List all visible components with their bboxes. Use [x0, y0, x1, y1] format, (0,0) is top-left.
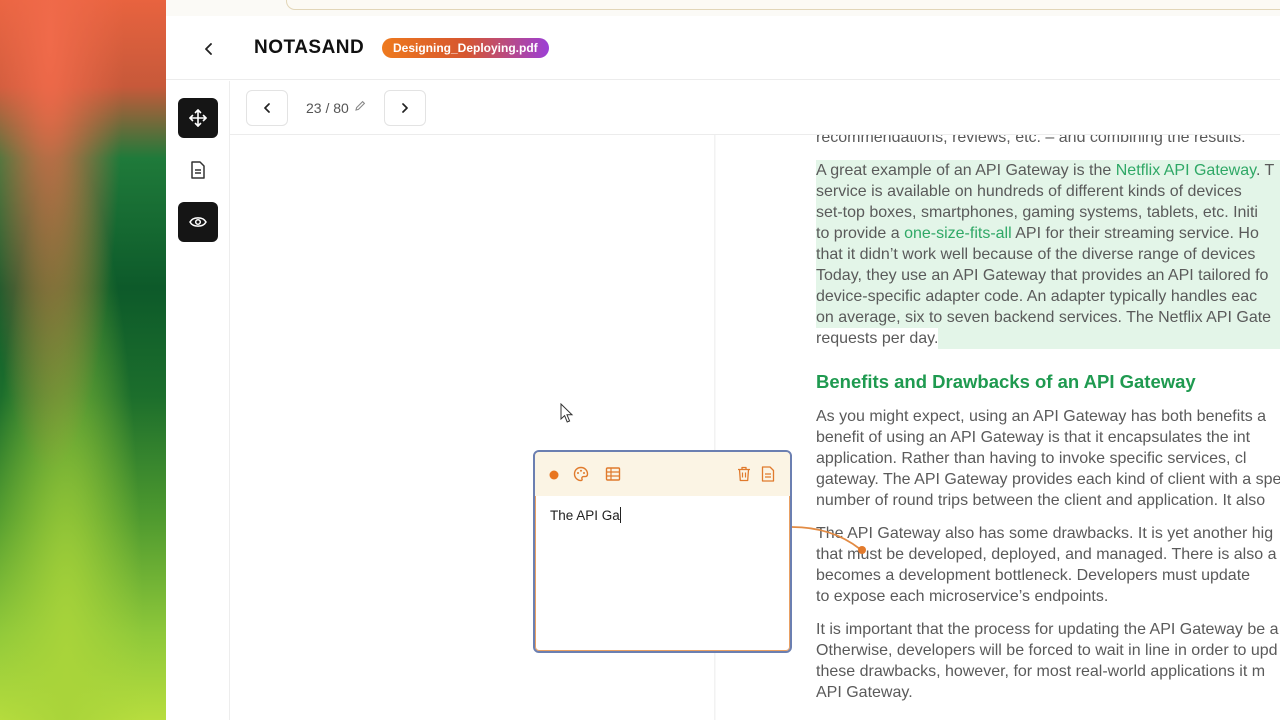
page-navigator: 23 / 80	[230, 81, 1280, 135]
next-page-button[interactable]	[384, 90, 426, 126]
page-count: 23 / 80	[306, 100, 349, 116]
app-header: NOTASAND Designing_Deploying.pdf	[166, 16, 1280, 80]
netflix-link[interactable]: Netflix API Gateway	[1116, 162, 1256, 179]
doc-line: to provide a one-size-fits-all API for t…	[816, 225, 1259, 242]
sticky-note[interactable]: The API Ga	[533, 450, 792, 653]
address-bar[interactable]	[286, 0, 1280, 10]
back-button[interactable]	[198, 38, 220, 60]
doc-line: requests per day.	[816, 328, 939, 349]
doc-line: As you might expect, using an API Gatewa…	[816, 408, 1267, 425]
workspace-canvas[interactable]: recommendations, reviews, etc. – and com…	[230, 135, 1280, 720]
paragraph-drawbacks: The API Gateway also has some drawbacks.…	[816, 523, 1280, 607]
trash-icon[interactable]	[737, 466, 751, 482]
doc-line: set-top boxes, smartphones, gaming syste…	[816, 204, 1258, 221]
one-size-link[interactable]: one-size-fits-all	[904, 225, 1012, 242]
doc-line: service is available on hundreds of diff…	[816, 183, 1242, 200]
doc-line: Today, they use an API Gateway that prov…	[816, 267, 1269, 284]
doc-line: becomes a development bottleneck. Develo…	[816, 567, 1251, 584]
edit-page-icon[interactable]	[354, 99, 366, 117]
doc-line: that it didn’t work well because of the …	[816, 246, 1256, 263]
doc-line: Otherwise, developers will be forced to …	[816, 642, 1278, 659]
note-text: The API Ga	[550, 508, 620, 523]
doc-line: application. Rather than having to invok…	[816, 450, 1247, 467]
section-heading: Benefits and Drawbacks of an API Gateway	[816, 371, 1196, 392]
chevron-right-icon	[402, 103, 408, 113]
view-tool-button[interactable]	[178, 202, 218, 242]
doc-line: on average, six to seven backend service…	[816, 309, 1272, 326]
chevron-left-icon	[264, 103, 270, 113]
note-document-icon[interactable]	[761, 466, 775, 482]
palette-icon[interactable]	[573, 466, 589, 482]
doc-line: to expose each microservice’s endpoints.	[816, 588, 1109, 605]
paragraph-benefits: As you might expect, using an API Gatewa…	[816, 406, 1280, 511]
doc-line: gateway. The API Gateway provides each k…	[816, 471, 1280, 488]
desktop-wallpaper	[0, 0, 166, 720]
doc-line: A great example of an API Gateway is the…	[816, 162, 1275, 179]
note-text-area[interactable]: The API Ga	[535, 496, 790, 534]
doc-line: API Gateway.	[816, 684, 913, 701]
move-icon	[189, 109, 207, 127]
doc-line: benefit of using an API Gateway is that …	[816, 429, 1251, 446]
brand-title: NOTASAND	[254, 37, 365, 58]
file-name-badge[interactable]: Designing_Deploying.pdf	[382, 38, 549, 58]
doc-line: number of round trips between the client…	[816, 492, 1266, 509]
doc-line: that must be developed, deployed, and ma…	[816, 546, 1277, 563]
app-window: NOTASAND Designing_Deploying.pdf 23 / 80…	[166, 0, 1280, 720]
doc-line: device-specific adapter code. An adapter…	[816, 288, 1258, 305]
table-icon[interactable]	[605, 466, 621, 482]
eye-icon	[189, 217, 207, 227]
mouse-cursor-icon	[560, 403, 574, 423]
prev-page-button[interactable]	[246, 90, 288, 126]
document-tool-button[interactable]	[178, 150, 218, 190]
highlighted-paragraph[interactable]: A great example of an API Gateway is the…	[816, 160, 1280, 349]
note-connector-arrow	[791, 526, 866, 554]
text-caret	[619, 507, 621, 523]
pdf-page[interactable]: recommendations, reviews, etc. – and com…	[816, 135, 1280, 720]
doc-line: these drawbacks, however, for most real-…	[816, 663, 1266, 680]
doc-line: It is important that the process for upd…	[816, 621, 1279, 638]
move-tool-button[interactable]	[178, 98, 218, 138]
doc-line: The API Gateway also has some drawbacks.…	[816, 525, 1274, 542]
document-icon	[191, 161, 205, 179]
status-dot-icon[interactable]	[549, 470, 559, 480]
chevron-left-icon	[205, 43, 212, 55]
doc-line: recommendations, reviews, etc. – and com…	[816, 135, 1246, 146]
paragraph-updating: It is important that the process for upd…	[816, 619, 1280, 703]
tool-rail	[166, 81, 230, 720]
note-toolbar	[535, 452, 790, 496]
